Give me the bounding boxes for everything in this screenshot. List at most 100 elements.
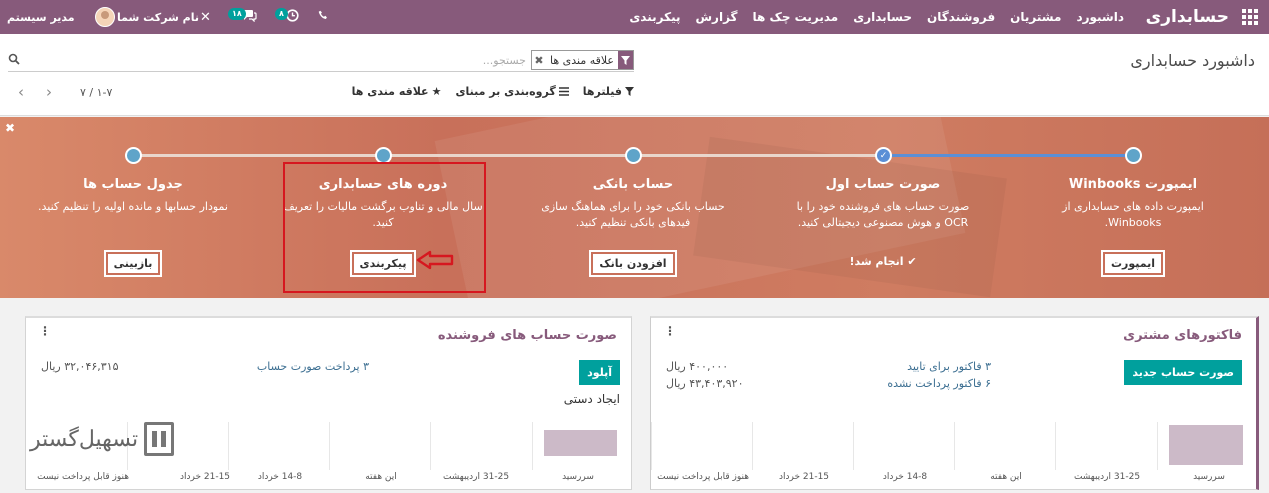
menu-item-vendors[interactable]: فروشندگان <box>927 10 995 24</box>
groupby-label: گروه‌بندی بر مبنای <box>455 85 556 98</box>
card-title[interactable]: صورت حساب های فروشنده <box>438 328 617 343</box>
chart-separator <box>1157 422 1158 470</box>
app-brand[interactable]: حسابداری <box>1146 0 1229 34</box>
step-description: ایمپورت داده های حسابداری از Winbooks. <box>1062 200 1204 229</box>
chart-label: 14-8 خرداد <box>882 472 928 482</box>
watermark: تسهیل‌گستر <box>30 422 175 456</box>
progress-track <box>133 154 883 157</box>
pager-value[interactable]: ۱-۷ / ۷ <box>80 86 112 99</box>
activities-badge: ۸ <box>275 8 288 20</box>
close-icon[interactable]: ✖ <box>5 121 15 135</box>
chart-bar-overdue[interactable] <box>1169 425 1243 465</box>
step-description: صورت حساب های فروشنده خود را با OCR و هو… <box>796 200 970 229</box>
upload-button[interactable]: آپلود <box>579 360 620 385</box>
unpaid-invoices-link[interactable]: ۶ فاکتور پرداخت نشده <box>887 377 991 390</box>
chart-label: این هفته <box>990 472 1022 482</box>
chart-label: سررسید <box>1193 472 1225 482</box>
page-title: داشبورد حسابداری <box>1130 51 1255 70</box>
favorites-button[interactable]: ★ علاقه مندی ها <box>352 85 442 98</box>
unpaid-invoices-amount: ۴۳,۴۰۳,۹۲۰ ریال <box>666 377 744 390</box>
favorites-label: علاقه مندی ها <box>351 85 429 98</box>
kebab-menu-icon[interactable]: ⋮ <box>664 324 676 338</box>
list-icon <box>558 87 569 96</box>
menu-item-dashboard[interactable]: داشبورد <box>1076 10 1124 24</box>
messages-badge: ۱۸ <box>228 8 246 20</box>
invoices-to-validate-link[interactable]: ۳ فاکتور برای تایید <box>907 360 991 373</box>
kebab-menu-icon[interactable]: ⋮ <box>39 324 51 338</box>
chart-separator <box>853 422 854 470</box>
menu-item-accounting[interactable]: حسابداری <box>853 10 912 24</box>
filter-icon <box>618 51 633 69</box>
phone-icon[interactable] <box>318 10 329 25</box>
chart-separator <box>651 422 652 470</box>
chart-label: هنوز قابل پرداخت نیست <box>657 472 749 482</box>
chevron-left-icon[interactable]: ‹ <box>18 83 32 101</box>
chart-label: 21-15 خرداد <box>179 472 231 482</box>
filters-button[interactable]: فیلترها <box>583 85 634 98</box>
add-bank-button[interactable]: افزودن بانک <box>590 251 676 276</box>
invoices-to-validate-amount: ۴۰۰,۰۰۰ ریال <box>666 360 729 373</box>
star-icon: ★ <box>431 85 442 98</box>
card-title[interactable]: فاکتورهای مشتری <box>1123 328 1242 343</box>
chart-label: هنوز قابل پرداخت نیست <box>37 472 129 482</box>
menu-item-reporting[interactable]: گزارش <box>696 10 738 24</box>
apps-menu-icon[interactable] <box>1241 0 1259 34</box>
company-switcher[interactable]: نام شرکت شما <box>117 11 199 24</box>
customer-invoices-card: فاکتورهای مشتری ⋮ صورت حساب جدید ۳ فاکتو… <box>650 316 1259 490</box>
filters-label: فیلترها <box>582 85 622 98</box>
groupby-button[interactable]: گروه‌بندی بر مبنای <box>455 85 569 98</box>
menu-item-configuration[interactable]: پیکربندی <box>629 10 680 24</box>
menu-item-customers[interactable]: مشتریان <box>1010 10 1061 24</box>
step-description: نمودار حسابها و مانده اولیه را تنظیم کنی… <box>38 200 228 213</box>
highlight-annotation <box>283 162 486 293</box>
bills-to-pay-link[interactable]: ۳ پرداخت صورت حساب <box>257 360 369 373</box>
bills-to-pay-amount: ۳۲,۰۴۶,۳۱۵ ریال <box>41 360 119 373</box>
close-icon[interactable]: ✕ <box>200 10 211 25</box>
step-dot-winbooks <box>1125 147 1142 164</box>
review-button[interactable]: بازبینی <box>104 251 162 276</box>
chart-label: 31-25 اردیبهشت <box>442 472 510 482</box>
user-menu[interactable]: مدیر سیستم <box>7 11 75 24</box>
step-done-status: ✔ انجام شد! <box>849 255 917 268</box>
clock-icon[interactable] <box>286 8 299 26</box>
avatar[interactable] <box>95 7 115 27</box>
top-navbar: حسابداری داشبورد مشتریان فروشندگان حسابد… <box>0 0 1269 34</box>
step-winbooks: ایمپورت Winbooks ایمپورت داده های حسابدا… <box>1033 177 1233 276</box>
search-options: فیلترها گروه‌بندی بر مبنای ★ علاقه مندی … <box>352 85 634 98</box>
menu-item-checks[interactable]: مدیریت چک ها <box>753 10 839 24</box>
create-manually-link[interactable]: ایجاد دستی <box>564 392 620 406</box>
step-bank-account: حساب بانکی حساب بانکی خود را برای هماهنگ… <box>533 177 733 276</box>
search-facet: ✖ علاقه مندی ها <box>530 50 634 70</box>
close-icon[interactable]: ✖ <box>532 51 546 69</box>
aging-chart[interactable]: سررسید 31-25 اردیبهشت این هفته 14-8 خردا… <box>651 422 1256 486</box>
step-first-bill: صورت حساب اول صورت حساب های فروشنده خود … <box>783 177 983 268</box>
search-input[interactable] <box>266 51 526 69</box>
step-done-label: انجام شد! <box>849 255 904 268</box>
step-title: حساب بانکی <box>592 177 674 192</box>
watermark-logo <box>144 422 175 456</box>
filter-icon <box>625 87 634 96</box>
step-chart-of-accounts: جدول حساب ها نمودار حسابها و مانده اولیه… <box>33 177 233 276</box>
vendor-bills-card: صورت حساب های فروشنده ⋮ آپلود ایجاد دستی… <box>25 316 632 490</box>
chart-separator <box>752 422 753 470</box>
search-bar: ✖ علاقه مندی ها <box>8 50 634 72</box>
chart-separator <box>954 422 955 470</box>
chart-label: سررسید <box>562 472 594 482</box>
chart-separator <box>228 422 229 470</box>
step-title: جدول حساب ها <box>83 177 183 192</box>
step-title: صورت حساب اول <box>825 177 941 192</box>
chart-label: 31-25 اردیبهشت <box>1073 472 1141 482</box>
facet-label: علاقه مندی ها <box>549 53 614 67</box>
new-invoice-button[interactable]: صورت حساب جدید <box>1124 360 1242 385</box>
chart-separator <box>532 422 533 470</box>
main-menu: داشبورد مشتریان فروشندگان حسابداری مدیری… <box>614 0 1124 34</box>
chevron-right-icon[interactable]: › <box>46 83 60 101</box>
watermark-text: تسهیل‌گستر <box>30 426 139 452</box>
import-button[interactable]: ایمپورت <box>1101 251 1165 276</box>
chart-label: 21-15 خرداد <box>778 472 830 482</box>
systray: مدیر سیستم نام شرکت شما ✕ ۱۸ ۸ <box>0 0 360 34</box>
search-icon[interactable] <box>8 53 20 65</box>
pager: ‹ › ۱-۷ / ۷ <box>18 83 112 101</box>
chart-bar-overdue[interactable] <box>544 430 617 456</box>
arrow-left-icon <box>416 250 454 270</box>
